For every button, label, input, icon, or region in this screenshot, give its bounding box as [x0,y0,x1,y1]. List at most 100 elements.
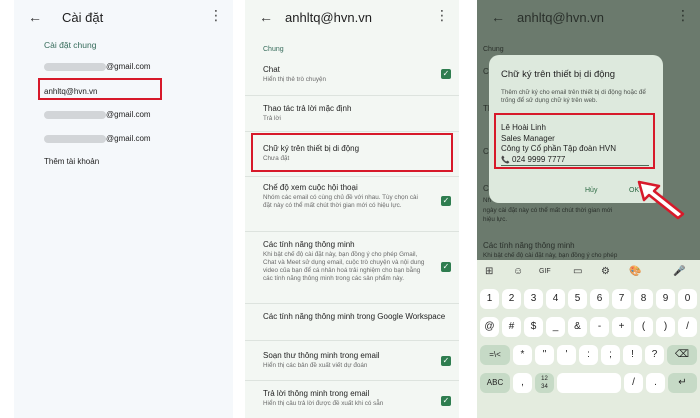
account-settings-screen: ← anhltq@hvn.vn ⋮ Chung Chat Hiển thị th… [245,0,459,418]
more-options-icon[interactable]: ⋮ [209,8,223,22]
key-symbols-toggle[interactable]: =\< [480,345,510,365]
divider [245,231,459,232]
signature-dialog-screen: ← anhltq@hvn.vn ⋮ Chung Ch Th Ch Ch Nh n… [477,0,700,418]
setting-chat[interactable]: Chat Hiển thị thẻ trò chuyện [263,64,451,84]
setting-default-reply[interactable]: Thao tác trả lời mặc định Trả lời [263,103,451,123]
apps-grid-icon[interactable]: ⊞ [485,266,493,277]
top-app-bar: ← Cài đặt ⋮ [14,0,233,34]
divider [245,131,459,132]
key-colon[interactable]: : [579,345,598,365]
key-ampersand[interactable]: & [568,317,587,337]
section-general: Chung [263,46,284,53]
key-7[interactable]: 7 [612,289,631,309]
key-at[interactable]: @ [480,317,499,337]
key-slash-bottom[interactable]: / [624,373,643,393]
add-account-item[interactable]: Thêm tài khoản [44,157,99,166]
enter-icon[interactable]: ↵ [668,373,697,393]
key-double-quote[interactable]: " [535,345,554,365]
key-dollar[interactable]: $ [524,317,543,337]
checkbox-checked-icon[interactable]: ✓ [441,262,451,272]
key-8[interactable]: 8 [634,289,653,309]
back-arrow-icon[interactable]: ← [28,10,42,24]
redacted-text [44,110,106,119]
microphone-icon[interactable]: 🎤 [673,266,685,277]
key-slash[interactable]: / [678,317,697,337]
key-minus[interactable]: - [590,317,609,337]
divider [245,303,459,304]
top-app-bar: ← anhltq@hvn.vn ⋮ [245,0,459,34]
clipboard-icon[interactable]: ▭ [573,266,582,277]
key-semicolon[interactable]: ; [601,345,620,365]
setting-conversation-view[interactable]: Chế độ xem cuộc hội thoại Nhóm các email… [263,182,451,210]
dialog-description: Thêm chữ ký cho email trên thiết bị di đ… [501,89,646,104]
checkbox-checked-icon[interactable]: ✓ [441,196,451,206]
divider [245,340,459,341]
cancel-button[interactable]: Hủy [585,187,597,194]
palette-icon[interactable]: 🎨 [629,266,641,277]
page-title: anhltq@hvn.vn [517,10,604,25]
key-plus[interactable]: + [612,317,631,337]
background-text: Các tính năng thông minh [483,241,575,250]
highlight-box [251,133,453,172]
divider [245,380,459,381]
highlight-box [38,78,162,100]
key-9[interactable]: 9 [656,289,675,309]
dialog-title: Chữ ký trên thiết bị di động [501,69,616,80]
background-text: hiệu lực. [483,216,508,223]
key-number-pad[interactable]: 12 34 [535,373,554,393]
section-general: Chung [483,46,504,53]
gif-icon[interactable]: GIF [539,268,551,275]
key-0[interactable]: 0 [678,289,697,309]
account-item[interactable]: @gmail.com [44,62,151,71]
checkbox-checked-icon[interactable]: ✓ [441,396,451,406]
pointer-arrow-icon [637,180,685,220]
top-app-bar: ← anhltq@hvn.vn ⋮ [477,0,700,34]
key-question[interactable]: ? [645,345,664,365]
page-title: anhltq@hvn.vn [285,10,372,25]
background-text: ngày cài đặt này có thể mất chút thời gi… [483,207,613,214]
back-arrow-icon[interactable]: ← [259,10,273,24]
setting-workspace-smart-features[interactable]: Các tính năng thông minh trong Google Wo… [263,311,451,322]
background-text: Khi bật chế độ cài đặt này, bạn đồng ý c… [483,252,618,259]
section-general-settings: Cài đặt chung [44,40,97,50]
checkbox-checked-icon[interactable]: ✓ [441,356,451,366]
setting-smart-reply[interactable]: Trả lời thông minh trong email Hiển thị … [263,388,451,408]
backspace-icon[interactable]: ⌫ [667,345,697,365]
key-abc[interactable]: ABC [480,373,510,393]
settings-screen: ← Cài đặt ⋮ Cài đặt chung @gmail.com anh… [14,0,233,418]
key-space[interactable] [557,373,621,393]
key-period[interactable]: . [646,373,665,393]
key-1[interactable]: 1 [480,289,499,309]
highlight-box [494,113,655,169]
checkbox-checked-icon[interactable]: ✓ [441,69,451,79]
divider [245,176,459,177]
more-options-icon[interactable]: ⋮ [435,8,449,22]
keyboard-toolbar: ⊞ ☺ GIF ▭ ⚙ 🎨 🎤 [477,260,700,284]
key-hash[interactable]: # [502,317,521,337]
on-screen-keyboard: ⊞ ☺ GIF ▭ ⚙ 🎨 🎤 1 2 3 4 5 6 7 8 9 0 @ # … [477,260,700,418]
key-5[interactable]: 5 [568,289,587,309]
key-4[interactable]: 4 [546,289,565,309]
divider [245,95,459,96]
more-options-icon[interactable]: ⋮ [676,8,690,22]
back-arrow-icon[interactable]: ← [491,10,505,24]
key-underscore[interactable]: _ [546,317,565,337]
redacted-text [44,134,106,143]
key-comma[interactable]: , [513,373,532,393]
key-3[interactable]: 3 [524,289,543,309]
setting-smart-compose[interactable]: Soạn thư thông minh trong email Hiển thị… [263,350,451,370]
key-exclamation[interactable]: ! [623,345,642,365]
redacted-text [44,62,106,71]
key-open-paren[interactable]: ( [634,317,653,337]
key-2[interactable]: 2 [502,289,521,309]
account-item[interactable]: @gmail.com [44,110,151,119]
key-asterisk[interactable]: * [513,345,532,365]
account-item[interactable]: @gmail.com [44,134,151,143]
setting-smart-features[interactable]: Các tính năng thông minh Khi bật chế độ … [263,239,451,283]
emoji-icon[interactable]: ☺ [513,266,523,277]
page-title: Cài đặt [62,10,104,25]
key-single-quote[interactable]: ' [557,345,576,365]
key-6[interactable]: 6 [590,289,609,309]
key-close-paren[interactable]: ) [656,317,675,337]
settings-gear-icon[interactable]: ⚙ [601,266,610,277]
